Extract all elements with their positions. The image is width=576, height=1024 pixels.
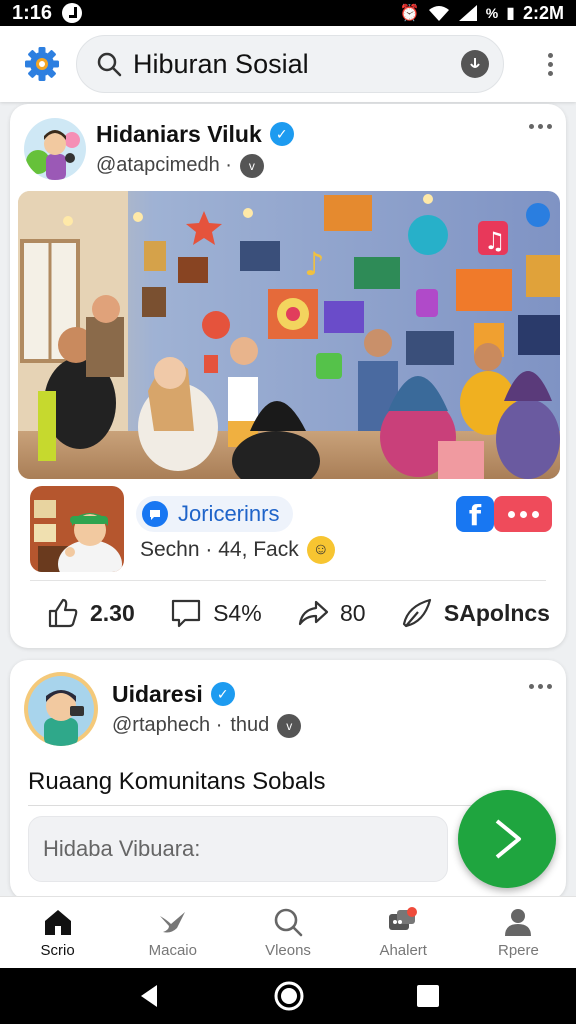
chip-label: Joricerinrs	[178, 501, 280, 526]
status-bar: 1:16 ⏰ % ▮ 2:2M	[0, 0, 576, 26]
app-bar: Hiburan Sosial	[0, 26, 576, 102]
author-handle: @rtaphech ·	[112, 714, 223, 736]
verified-badge-icon: ✓	[210, 682, 235, 706]
chat-alert-icon	[389, 907, 418, 930]
status-time: 1:16	[12, 1, 53, 24]
comment-input[interactable]	[43, 836, 447, 862]
svg-text:♪: ♪	[304, 245, 324, 283]
facebook-icon[interactable]: f	[456, 496, 494, 532]
bird-icon	[159, 912, 185, 933]
action-bar: 2.30 S4% 80 SApolncs	[46, 588, 550, 638]
home-icon	[44, 910, 71, 935]
like-count: 2.30	[90, 599, 135, 626]
post-image[interactable]: ♪ ♫	[18, 191, 560, 479]
comment-field[interactable]	[28, 816, 448, 882]
author-handle: @atapcimedh ·	[96, 154, 232, 176]
play-fab-button[interactable]	[458, 790, 556, 888]
send-button[interactable]: SApolncs	[400, 596, 550, 630]
divider	[28, 805, 476, 806]
author-name[interactable]: Uidaresi	[112, 681, 203, 708]
search-input[interactable]: Hiburan Sosial	[133, 49, 461, 80]
comment-icon	[171, 599, 201, 628]
signal-icon	[458, 5, 477, 21]
vine-badge-icon: v	[277, 713, 302, 738]
svg-text:♫: ♫	[484, 227, 506, 255]
status-clock: 2:2M	[522, 2, 564, 23]
back-icon[interactable]	[135, 982, 163, 1010]
thumbs-up-icon	[48, 598, 78, 628]
tag-chip[interactable]: Joricerinrs	[136, 496, 294, 532]
battery-icon: ▮	[506, 5, 515, 22]
nav-label: Rpere	[497, 942, 539, 959]
caption-text: Sechn · 44, Fack	[140, 538, 299, 561]
like-button[interactable]: 2.30	[46, 596, 135, 630]
share-arrow-icon	[298, 600, 329, 626]
nav-item-macaio[interactable]: Macaio	[115, 897, 230, 968]
post-caption: Sechn · 44, Fack ☺	[140, 536, 335, 564]
more-horiz-icon[interactable]	[529, 684, 552, 689]
search-bar[interactable]: Hiburan Sosial	[76, 35, 504, 93]
comment-count: S4%	[213, 599, 262, 626]
more-options-button[interactable]	[494, 496, 552, 532]
play-icon	[495, 819, 521, 859]
post-text: Ruaang Komunitans Sobals	[28, 768, 326, 795]
nav-label: Macaio	[148, 942, 197, 959]
nav-label: Scrio	[40, 942, 75, 959]
share-count: 80	[339, 599, 366, 626]
alarm-icon: ⏰	[399, 5, 420, 22]
post-header: Uidaresi ✓ @rtaphech · thud v	[24, 672, 552, 746]
nav-item-profile[interactable]: Rpere	[461, 897, 576, 968]
chat-bubble-icon	[142, 501, 168, 527]
divider	[30, 580, 546, 581]
system-nav-bar	[0, 968, 576, 1024]
notification-icon	[62, 3, 83, 23]
recents-icon[interactable]	[415, 983, 441, 1009]
nav-label: Ahalert	[379, 942, 427, 959]
avatar[interactable]	[24, 118, 86, 180]
post-meta-row: Joricerinrs Sechn · 44, Fack ☺ f	[30, 486, 552, 574]
nav-item-home[interactable]: Scrio	[0, 897, 115, 968]
nav-label: Vleons	[265, 942, 311, 959]
verified-badge-icon: ✓	[269, 122, 294, 146]
send-label: SApolncs	[443, 599, 550, 626]
vine-badge-icon: v	[239, 153, 264, 178]
facebook-letter: f	[468, 499, 482, 532]
bottom-nav: Scrio Macaio Vleons Ahalert Rpere	[0, 896, 576, 968]
post-header: Hidaniars Viluk ✓ @atapcimedh · v	[24, 114, 552, 184]
mic-icon[interactable]	[461, 50, 489, 78]
more-vert-icon[interactable]	[540, 52, 560, 76]
profile-icon	[505, 909, 532, 936]
comment-button[interactable]: S4%	[169, 596, 262, 630]
author-name[interactable]: Hidaniars Viluk	[96, 121, 262, 148]
avatar[interactable]	[24, 672, 98, 746]
thumbnail-image[interactable]	[30, 486, 124, 572]
battery-text: %	[485, 5, 499, 21]
send-icon	[402, 598, 431, 628]
settings-gear-icon[interactable]	[22, 44, 62, 84]
home-circle-icon[interactable]	[273, 980, 305, 1012]
search-icon	[274, 908, 303, 937]
wifi-icon	[428, 6, 449, 21]
share-button[interactable]: 80	[296, 596, 366, 630]
smile-emoji-icon: ☺	[306, 536, 335, 564]
search-icon	[97, 52, 122, 77]
post-card-1: Hidaniars Viluk ✓ @atapcimedh · v ♪ ♫ Jo…	[10, 104, 566, 648]
nav-item-search[interactable]: Vleons	[230, 897, 345, 968]
handle-suffix: thud	[230, 714, 270, 736]
nav-item-alert[interactable]: Ahalert	[346, 897, 461, 968]
more-horiz-icon[interactable]	[529, 124, 552, 129]
